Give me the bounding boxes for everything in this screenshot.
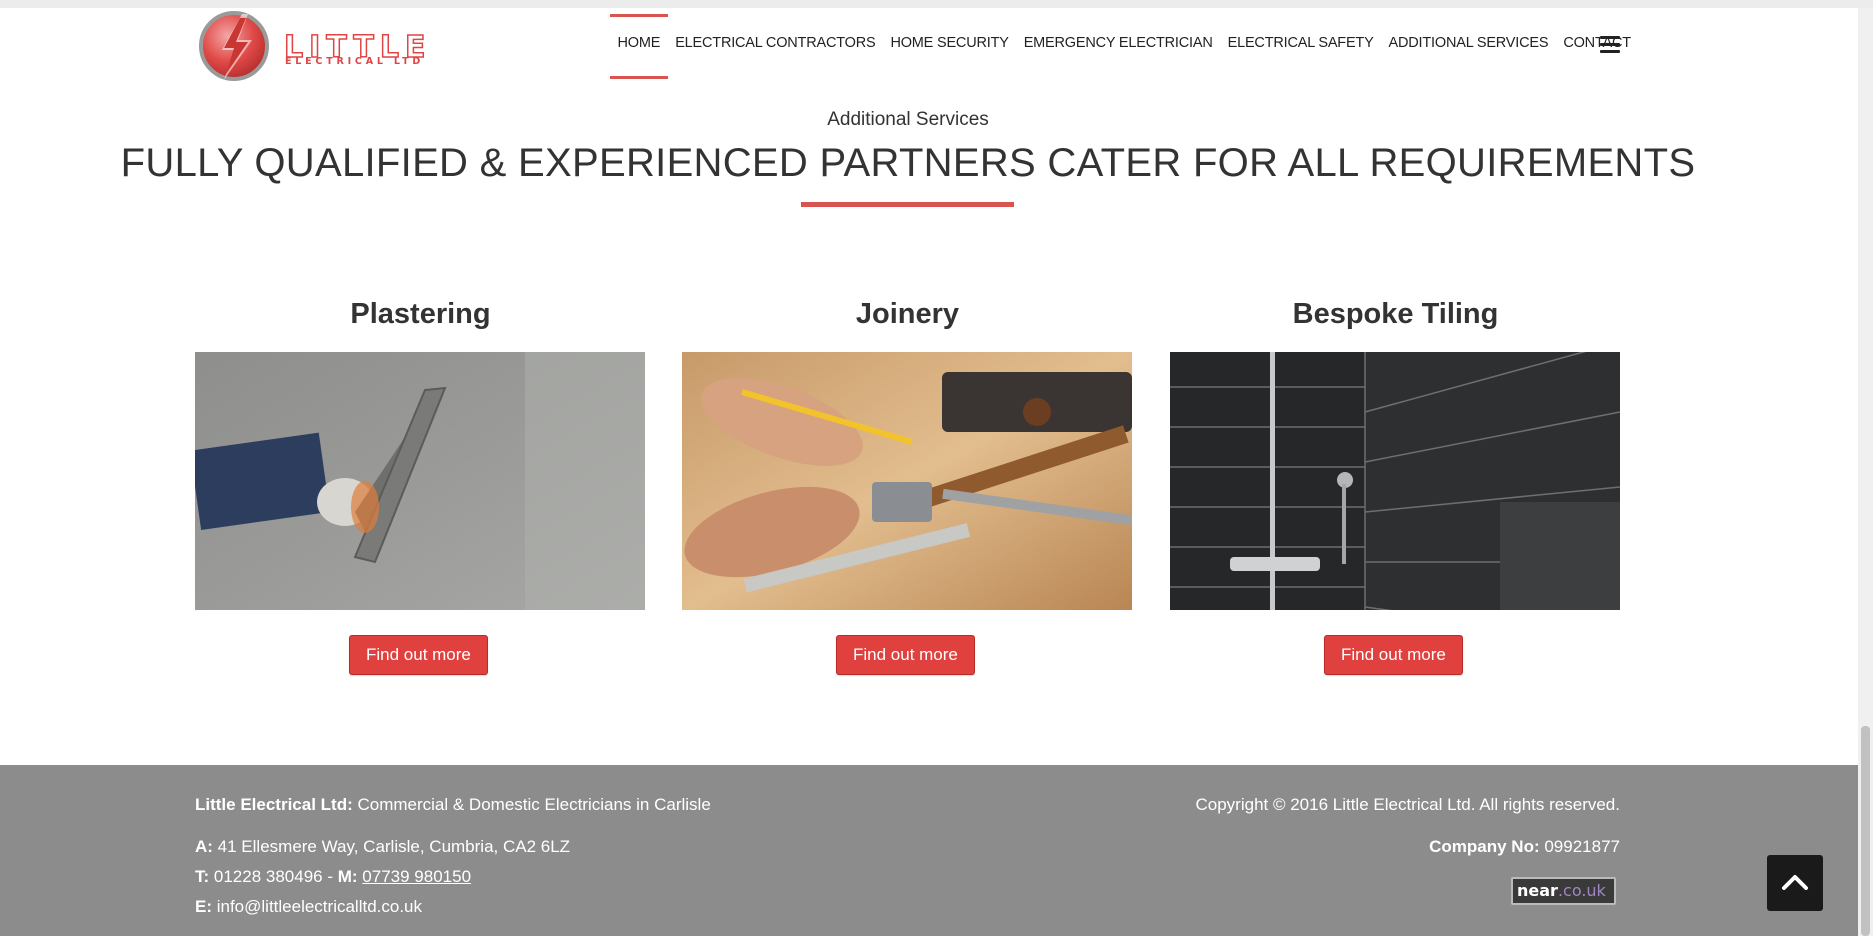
lightning-logo-icon — [199, 11, 269, 81]
address-value: 41 Ellesmere Way, Carlisle, Cumbria, CA2… — [212, 837, 571, 856]
footer-company-line: Little Electrical Ltd: Commercial & Dome… — [195, 795, 711, 815]
tel-label: T: — [195, 867, 210, 886]
nav-item-contact[interactable]: CONTACT — [1556, 8, 1639, 78]
nav-item-emergency-electrician[interactable]: EMERGENCY ELECTRICIAN — [1016, 8, 1220, 78]
site-header: LITTLE ELECTRICAL LTD HOME ELECTRICAL CO… — [0, 8, 1858, 90]
top-strip — [0, 0, 1873, 8]
footer-company-number: Company No: 09921877 — [1429, 837, 1620, 857]
nav-item-electrical-safety[interactable]: ELECTRICAL SAFETY — [1220, 8, 1381, 78]
site-logo[interactable]: LITTLE ELECTRICAL LTD — [196, 8, 446, 88]
nav-item-home-security[interactable]: HOME SECURITY — [883, 8, 1016, 78]
section-title: FULLY QUALIFIED & EXPERIENCED PARTNERS C… — [120, 141, 1696, 185]
service-card-bespoke-tiling: Bespoke Tiling Find out more — [1170, 292, 1621, 675]
near-badge-name: near — [1517, 881, 1558, 900]
email-value[interactable]: info@littleelectricalltd.co.uk — [212, 897, 422, 916]
service-card-plastering: Plastering Find out more — [195, 292, 646, 675]
nav-item-electrical-contractors[interactable]: ELECTRICAL CONTRACTORS — [668, 8, 883, 78]
chevron-up-icon — [1782, 875, 1808, 890]
page-scrollbar[interactable] — [1858, 8, 1873, 936]
card-title: Bespoke Tiling — [1292, 298, 1499, 330]
find-out-more-button[interactable]: Find out more — [349, 635, 488, 675]
find-out-more-button[interactable]: Find out more — [836, 635, 975, 675]
address-label: A: — [195, 837, 213, 856]
footer-address-line: A: 41 Ellesmere Way, Carlisle, Cumbria, … — [195, 837, 570, 857]
footer-email-line: E: info@littleelectricalltd.co.uk — [195, 897, 422, 917]
company-no-value: 09921877 — [1539, 837, 1620, 856]
company-no-label: Company No: — [1429, 837, 1540, 856]
site-footer: Little Electrical Ltd: Commercial & Dome… — [0, 765, 1858, 936]
main-nav: HOME ELECTRICAL CONTRACTORS HOME SECURIT… — [610, 8, 1639, 79]
logo-subtitle: ELECTRICAL LTD — [285, 56, 425, 67]
card-title: Joinery — [855, 298, 960, 330]
mobile-link[interactable]: 07739 980150 — [362, 867, 471, 886]
card-title: Plastering — [350, 298, 491, 330]
email-label: E: — [195, 897, 212, 916]
service-card-joinery: Joinery Find out more — [682, 292, 1133, 675]
scroll-to-top-button[interactable] — [1767, 855, 1823, 911]
nav-item-additional-services[interactable]: ADDITIONAL SERVICES — [1381, 8, 1556, 78]
plastering-photo — [195, 352, 645, 610]
tiling-photo — [1170, 352, 1620, 610]
footer-phone-line: T: 01228 380496 - M: 07739 980150 — [195, 867, 471, 887]
nav-item-home[interactable]: HOME — [610, 8, 668, 79]
company-description: Commercial & Domestic Electricians in Ca… — [352, 795, 711, 814]
title-underline — [801, 202, 1014, 207]
scrollbar-thumb[interactable] — [1861, 726, 1870, 936]
company-label: Little Electrical Ltd: — [195, 795, 353, 814]
find-out-more-button[interactable]: Find out more — [1324, 635, 1463, 675]
copyright-text: Copyright © 2016 Little Electrical Ltd. … — [1195, 795, 1620, 814]
section-subtitle: Additional Services — [827, 109, 989, 130]
near-badge-domain: .co.uk — [1557, 881, 1606, 900]
mobile-label: M: — [337, 867, 358, 886]
tel-value: 01228 380496 - — [209, 867, 338, 886]
joinery-photo — [682, 352, 1132, 610]
near-badge[interactable]: near.co.uk — [1511, 877, 1616, 905]
hamburger-icon[interactable] — [1600, 36, 1620, 54]
